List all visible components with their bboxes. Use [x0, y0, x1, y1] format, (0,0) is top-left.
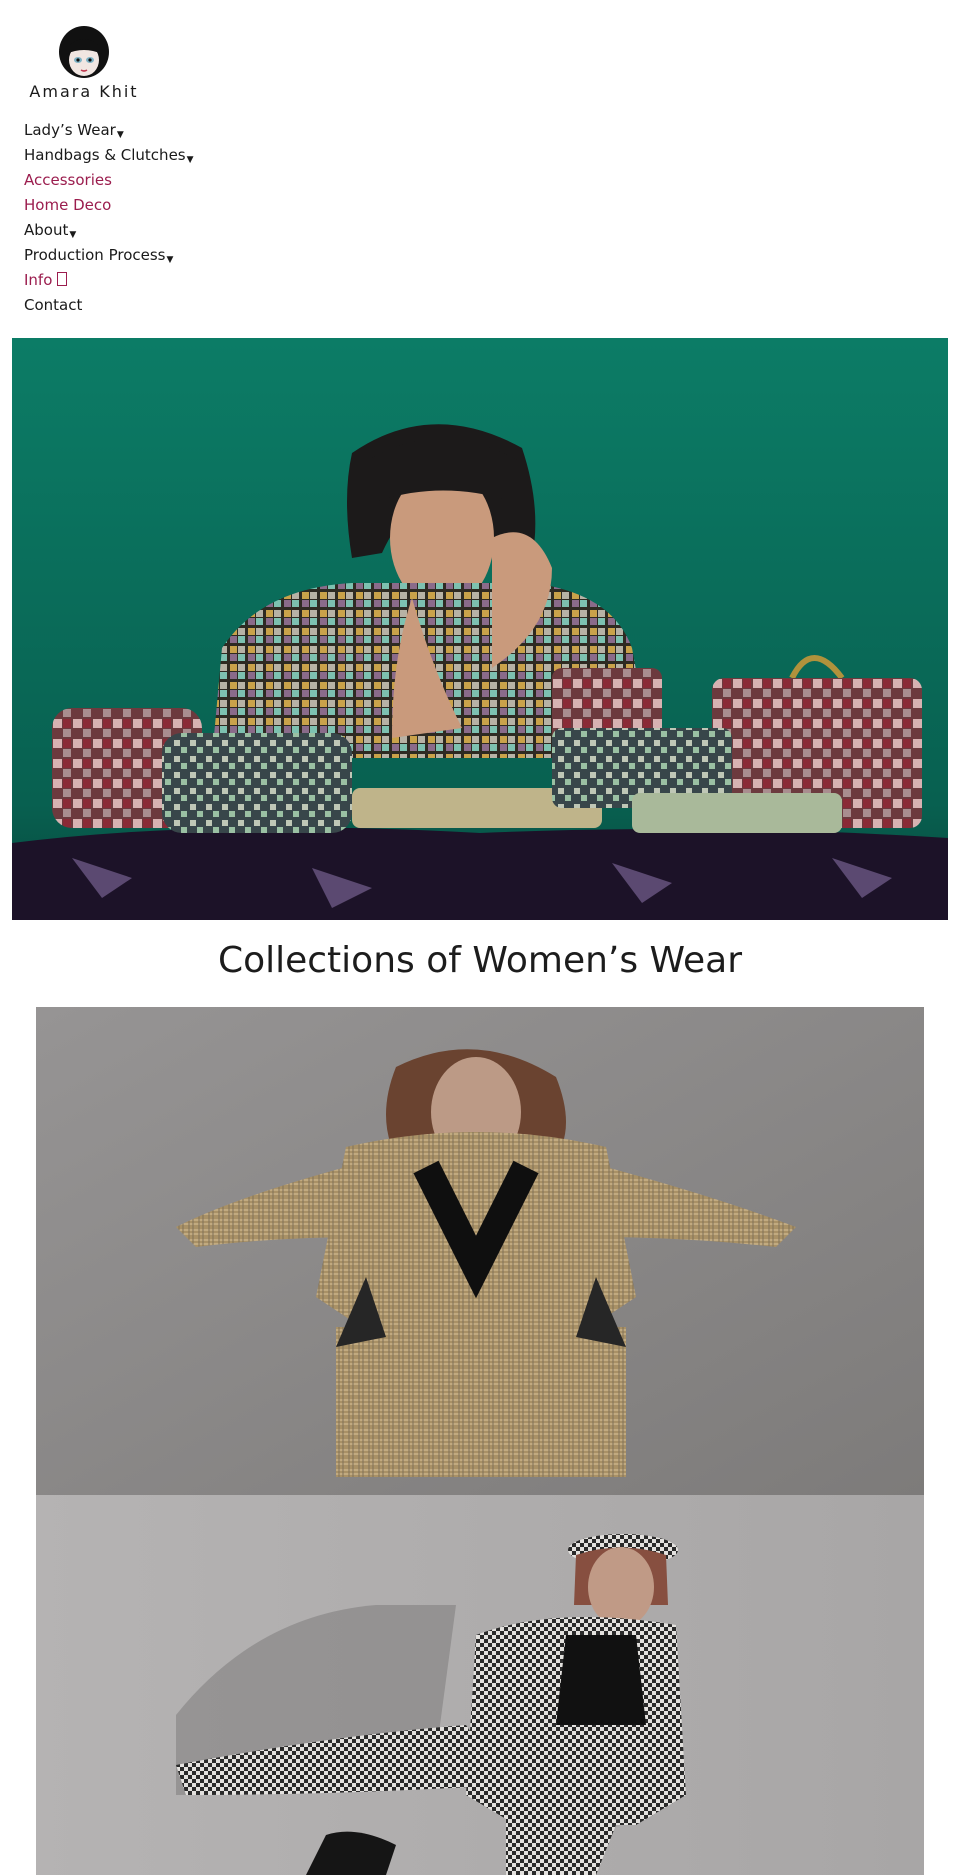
- nav-item-label: Contact: [24, 296, 83, 314]
- nav-item-label: Lady’s Wear: [24, 121, 116, 139]
- nav-item-home-deco[interactable]: Home Deco: [24, 193, 194, 218]
- nav-item-ladys-wear[interactable]: Lady’s Wear▼: [24, 118, 194, 143]
- girl-face-logo-icon: [59, 26, 109, 78]
- collection-photo-tweed-suit[interactable]: [36, 1007, 924, 1495]
- nav-item-accessories[interactable]: Accessories: [24, 168, 194, 193]
- tweed-suit-model-image: [36, 1007, 924, 1495]
- nav-item-label: Home Deco: [24, 196, 112, 214]
- nav-item-label: Info: [24, 271, 53, 289]
- hero-model-with-handbags-image: [12, 338, 948, 920]
- nav-item-production-process[interactable]: Production Process▼: [24, 243, 194, 268]
- dropdown-caret-icon: ▼: [166, 255, 174, 265]
- nav-item-label: Handbags & Clutches: [24, 146, 186, 164]
- dropdown-caret-icon: ▼: [116, 130, 124, 140]
- site-header: Amara Khit Lady’s Wear▼ Handbags & Clutc…: [0, 0, 960, 330]
- nav-item-about[interactable]: About▼: [24, 218, 194, 243]
- dropdown-caret-icon: ▼: [69, 230, 77, 240]
- collections-title: Collections of Women’s Wear: [217, 940, 743, 981]
- missing-glyph-icon: [57, 272, 68, 286]
- nav-item-label: Production Process: [24, 246, 166, 264]
- dropdown-caret-icon: ▼: [186, 155, 194, 165]
- nav-item-info[interactable]: Info: [24, 268, 194, 293]
- hero-banner-image: [12, 338, 948, 920]
- nav-item-label: About: [24, 221, 69, 239]
- houndstooth-suit-model-image: [36, 1495, 924, 1875]
- nav-item-label: Accessories: [24, 171, 112, 189]
- nav-item-contact[interactable]: Contact: [24, 293, 194, 318]
- site-logo[interactable]: Amara Khit: [28, 26, 140, 106]
- main-nav: Lady’s Wear▼ Handbags & Clutches▼ Access…: [24, 118, 194, 318]
- collection-photo-houndstooth-suit[interactable]: [36, 1495, 924, 1875]
- brand-name: Amara Khit: [29, 82, 139, 101]
- nav-item-handbags-clutches[interactable]: Handbags & Clutches▼: [24, 143, 194, 168]
